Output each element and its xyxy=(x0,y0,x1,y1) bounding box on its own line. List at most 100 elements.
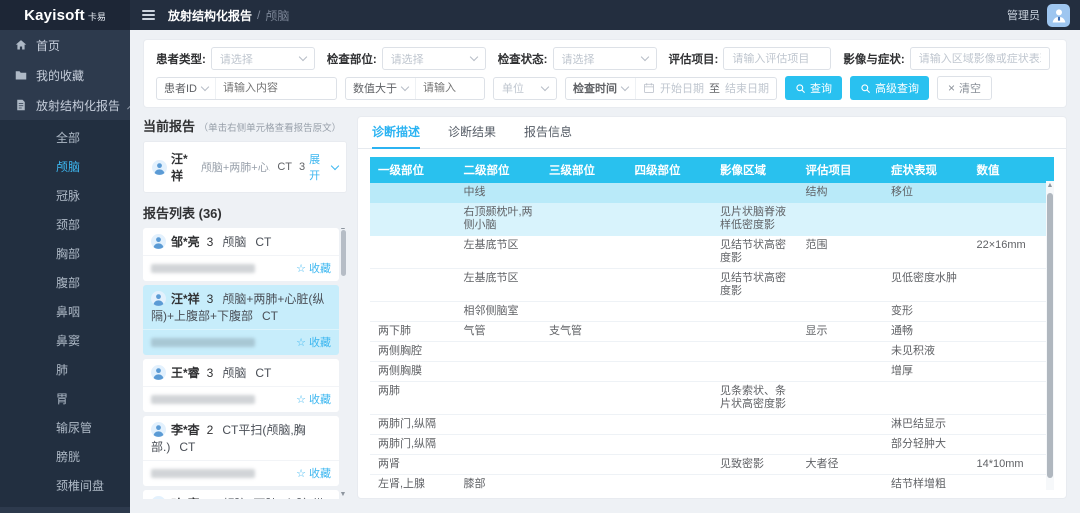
sidebar-subitem-13[interactable]: 颈椎间盘 xyxy=(0,472,130,501)
tabs: 诊断描述诊断结果报告信息 xyxy=(358,117,1066,149)
content-row: 当前报告 （单击右侧单元格查看报告原文） 汪*祥 颅脑+两肺+心... CT 3… xyxy=(143,116,1067,499)
breadcrumb-separator: / xyxy=(257,8,260,22)
scroll-up-icon[interactable]: ▲ xyxy=(1046,182,1054,190)
sidebar-subitem-4[interactable]: 颈部 xyxy=(0,211,130,240)
sidebar-item-favorites[interactable]: 我的收藏 xyxy=(0,60,130,90)
report-list-item[interactable]: 王*睿3颅脑CT ☆收藏 xyxy=(143,359,339,412)
report-card-main: 王*睿3颅脑CT xyxy=(143,359,339,386)
table-cell xyxy=(627,435,713,454)
table-row[interactable]: 左基底节区见结节状高密度影范围22×16mm xyxy=(370,236,1054,269)
table-cell: 结构 xyxy=(798,183,884,202)
table-cell: 两肺门,纵隔 xyxy=(370,415,456,434)
table-row[interactable]: 右顶颞枕叶,两侧小脑见片状脑脊液样低密度影 xyxy=(370,203,1054,236)
user-area[interactable]: 管理员 xyxy=(1007,4,1080,27)
filter-label: 检查状态: xyxy=(498,51,548,67)
favorite-button[interactable]: ☆收藏 xyxy=(296,260,331,276)
diagnosis-table: 一级部位二级部位三级部位四级部位影像区域评估项目症状表现数值 中线结构移位右顶颞… xyxy=(370,157,1054,490)
scroll-down-icon[interactable]: ▼ xyxy=(339,491,347,499)
value-compare-select[interactable]: 数值大于 xyxy=(346,78,416,99)
filter-select[interactable]: 请选择 xyxy=(382,47,486,70)
table-cell xyxy=(712,362,798,381)
table-cell: 范围 xyxy=(798,236,884,268)
sidebar-item-home[interactable]: 首页 xyxy=(0,30,130,60)
table-cell xyxy=(456,435,542,454)
sidebar-subitem-11[interactable]: 输尿管 xyxy=(0,414,130,443)
table-cell xyxy=(969,302,1055,321)
sidebar-subitem-2[interactable]: 颅脑 xyxy=(0,153,130,182)
table-cell: 显示 xyxy=(798,322,884,341)
table-row[interactable]: 两肾见致密影大者径14*10mm xyxy=(370,455,1054,475)
table-cell xyxy=(712,415,798,434)
filter-input[interactable] xyxy=(732,53,822,65)
exam-time-select[interactable]: 检查时间 xyxy=(566,78,636,99)
expand-button[interactable]: 展开 xyxy=(309,151,338,183)
table-row[interactable]: 两肺见条索状、条片状高密度影 xyxy=(370,382,1054,415)
sidebar-subitem-12[interactable]: 膀胱 xyxy=(0,443,130,472)
tab-1[interactable]: 诊断描述 xyxy=(372,117,420,149)
favorite-button[interactable]: ☆收藏 xyxy=(296,465,331,481)
sidebar-subitem-10[interactable]: 胃 xyxy=(0,385,130,414)
patient-id-input[interactable] xyxy=(223,82,329,94)
table-cell xyxy=(712,342,798,361)
favorite-button[interactable]: ☆收藏 xyxy=(296,334,331,350)
scrollbar-thumb[interactable] xyxy=(341,230,346,276)
tab-2[interactable]: 诊断结果 xyxy=(448,117,496,149)
table-row[interactable]: 中线结构移位 xyxy=(370,183,1054,203)
table-cell xyxy=(627,269,713,301)
filter-select[interactable]: 请选择 xyxy=(211,47,315,70)
favorite-button[interactable]: ☆收藏 xyxy=(296,391,331,407)
report-panel: 当前报告 （单击右侧单元格查看报告原文） 汪*祥 颅脑+两肺+心... CT 3… xyxy=(143,116,347,499)
value-input[interactable] xyxy=(423,82,477,94)
tab-3[interactable]: 报告信息 xyxy=(524,117,572,149)
sidebar-subitem-7[interactable]: 鼻咽 xyxy=(0,298,130,327)
advanced-search-button[interactable]: 高级查询 xyxy=(850,76,929,100)
breadcrumb-section[interactable]: 放射结构化报告 xyxy=(168,7,252,24)
chevron-down-icon xyxy=(201,82,209,90)
sidebar-subitem-5[interactable]: 胸部 xyxy=(0,240,130,269)
table-row[interactable]: 两侧胸膜增厚 xyxy=(370,362,1054,382)
report-list-item[interactable]: 李*杳2CT平扫(颅脑,胸部.)CT☆收藏 xyxy=(143,416,339,486)
sidebar-item-structured-report[interactable]: 放射结构化报告 xyxy=(0,90,130,120)
table-row[interactable]: 两肺门,纵隔部分轻肿大 xyxy=(370,435,1054,455)
star-icon: ☆ xyxy=(296,467,306,480)
favorite-label: 收藏 xyxy=(309,260,331,276)
search-button[interactable]: 查询 xyxy=(785,76,842,100)
value-input-wrap xyxy=(416,78,484,99)
chevron-down-icon xyxy=(640,53,648,61)
table-cell xyxy=(541,475,627,490)
table-row[interactable]: 左基底节区见结节状高密度影见低密度水肿 xyxy=(370,269,1054,302)
current-report-card[interactable]: 汪*祥 颅脑+两肺+心... CT 3 展开 xyxy=(143,141,347,193)
table-row[interactable]: 相邻侧脑室变形 xyxy=(370,302,1054,322)
menu-toggle-icon[interactable] xyxy=(142,10,155,20)
sidebar-subitem-1[interactable]: 全部 xyxy=(0,124,130,153)
table-cell: 见结节状高密度影 xyxy=(712,269,798,301)
patient-id-select[interactable]: 患者ID xyxy=(157,78,216,99)
report-list-item[interactable]: 叶*富3颅脑+两肺+心脏(纵隔)+上腹部+下腹部CT☆收藏 xyxy=(143,490,339,499)
filter-select[interactable]: 请选择 xyxy=(553,47,657,70)
table-row[interactable]: 左肾,上腺膝部结节样增粗 xyxy=(370,475,1054,490)
report-list-item[interactable]: 邹*亮3颅脑CT☆收藏 xyxy=(143,228,339,281)
exam-parts: 颅脑 xyxy=(222,235,246,249)
date-range-picker[interactable]: 开始日期 至 结束日期 xyxy=(636,78,776,99)
report-list-item[interactable]: 汪*祥3颅脑+两肺+心脏(纵隔)+上腹部+下腹部CT☆收藏 xyxy=(143,285,339,355)
sidebar-subitem-6[interactable]: 腹部 xyxy=(0,269,130,298)
star-icon: ☆ xyxy=(296,336,306,349)
filter-input[interactable] xyxy=(919,53,1041,65)
table-row[interactable]: 两下肺气管支气管显示通畅 xyxy=(370,322,1054,342)
sidebar-subitem-9[interactable]: 肺 xyxy=(0,356,130,385)
table-row[interactable]: 两肺门,纵隔淋巴结显示 xyxy=(370,415,1054,435)
table-scrollbar[interactable]: ▲ xyxy=(1046,181,1054,490)
table-row[interactable]: 两侧胸腔未见积液 xyxy=(370,342,1054,362)
user-avatar[interactable] xyxy=(1047,4,1070,27)
report-list-scrollbar[interactable]: ▲ ▼ xyxy=(339,228,347,499)
scrollbar-thumb[interactable] xyxy=(1047,193,1053,478)
patient-name: 邹*亮 xyxy=(171,235,200,249)
sidebar-subitem-3[interactable]: 冠脉 xyxy=(0,182,130,211)
table-cell: 见低密度水肿 xyxy=(883,269,969,301)
table-cell: 中线 xyxy=(456,183,542,202)
sidebar-subitem-8[interactable]: 鼻窦 xyxy=(0,327,130,356)
unit-select[interactable]: 单位 xyxy=(493,77,557,100)
table-cell xyxy=(541,236,627,268)
table-cell xyxy=(541,455,627,474)
clear-button[interactable]: × 清空 xyxy=(937,76,992,100)
